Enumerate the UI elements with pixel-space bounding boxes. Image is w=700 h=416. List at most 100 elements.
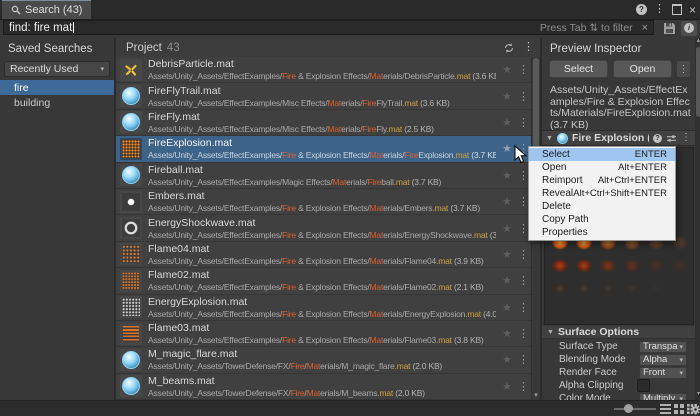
stripes-icon xyxy=(123,325,139,342)
result-row[interactable]: Fireball.mat Assets/Unity_Assets/EffectEx… xyxy=(116,162,531,189)
scrollbar-thumb[interactable] xyxy=(696,47,700,117)
row-menu-icon[interactable]: ⋮ xyxy=(518,327,529,340)
result-row[interactable]: Flame03.mat Assets/Unity_Assets/EffectExa… xyxy=(116,320,531,348)
save-search-icon[interactable] xyxy=(663,22,676,35)
material-header[interactable]: ▼ Fire Explosion (Ma ? ⋮ xyxy=(542,130,695,146)
saved-searches-panel: Saved Searches Recently Used ▾ fire build… xyxy=(0,38,116,400)
foldout-icon[interactable]: ▼ xyxy=(546,135,553,142)
row-menu-icon[interactable]: ⋮ xyxy=(518,63,529,76)
grid-view-icon[interactable] xyxy=(674,404,684,414)
saved-searches-sort-dropdown[interactable]: Recently Used ▾ xyxy=(4,61,110,77)
field-checkbox[interactable] xyxy=(637,379,650,392)
favorite-star-icon[interactable]: ★ xyxy=(502,380,512,393)
result-name: FireFly.mat xyxy=(148,110,200,123)
info-toggle[interactable]: i xyxy=(681,20,697,36)
row-menu-icon[interactable]: ⋮ xyxy=(518,90,529,103)
row-menu-icon[interactable]: ⋮ xyxy=(518,169,529,182)
search-icon xyxy=(11,5,21,15)
inspector-kebab-icon[interactable]: ⋮ xyxy=(677,61,690,77)
favorite-star-icon[interactable]: ★ xyxy=(502,301,512,314)
row-menu-icon[interactable]: ⋮ xyxy=(518,116,529,129)
context-menu-item[interactable]: Open Alt+ENTER xyxy=(529,161,675,174)
material-kebab-icon[interactable]: ⋮ xyxy=(681,133,691,143)
context-menu-item[interactable]: Delete xyxy=(529,200,675,213)
result-row[interactable]: EnergyShockwave.mat Assets/Unity_Assets/E… xyxy=(116,215,531,242)
scroll-down-icon[interactable]: ▾ xyxy=(532,391,540,399)
gear-icon[interactable] xyxy=(690,404,700,415)
field-dropdown[interactable]: Transpa ▾ xyxy=(639,340,687,353)
favorite-star-icon[interactable]: ★ xyxy=(502,142,512,155)
clear-search-icon[interactable]: × xyxy=(642,22,648,34)
favorite-star-icon[interactable]: ★ xyxy=(502,169,512,182)
row-menu-icon[interactable]: ⋮ xyxy=(518,248,529,261)
result-row[interactable]: Flame04.mat Assets/Unity_Assets/EffectExa… xyxy=(116,241,531,269)
favorite-star-icon[interactable]: ★ xyxy=(502,353,512,366)
flame-sprite xyxy=(572,276,596,299)
scroll-down-icon[interactable]: ▾ xyxy=(695,390,700,397)
tab-search[interactable]: Search (43) xyxy=(2,0,92,19)
result-row[interactable]: FireFly.mat Assets/Unity_Assets/EffectExa… xyxy=(116,109,531,137)
result-row[interactable]: Embers.mat Assets/Unity_Assets/EffectExam… xyxy=(116,188,531,216)
field-dropdown[interactable]: Alpha ▾ xyxy=(639,353,687,366)
result-name: Flame04.mat xyxy=(148,242,210,255)
help-icon[interactable]: ? xyxy=(635,4,647,15)
inspector-scrollbar[interactable]: ▲ ▾ xyxy=(695,38,700,400)
field-dropdown[interactable]: Front ▾ xyxy=(639,366,687,379)
saved-search-item[interactable]: building xyxy=(0,95,114,110)
row-menu-icon[interactable]: ⋮ xyxy=(518,353,529,366)
select-button[interactable]: Select xyxy=(549,60,608,78)
result-row[interactable]: Flame02.mat Assets/Unity_Assets/EffectExa… xyxy=(116,268,531,295)
search-input[interactable]: find: fire mat Press Tab ⇅ to filter × xyxy=(3,20,654,35)
list-view-icon[interactable] xyxy=(660,404,671,414)
context-menu-item[interactable]: Copy Path xyxy=(529,213,675,226)
status-bar xyxy=(0,400,700,416)
row-menu-icon[interactable]: ⋮ xyxy=(518,301,529,314)
result-path: Assets/Unity_Assets/EffectExamples/Fire … xyxy=(148,150,497,161)
flame-sprite xyxy=(644,253,668,276)
presets-icon[interactable] xyxy=(666,134,677,143)
context-menu-item[interactable]: Properties xyxy=(529,226,675,239)
surface-options-header[interactable]: ▼ Surface Options xyxy=(542,326,695,339)
results-menu-icon[interactable]: ⋮ xyxy=(523,42,534,53)
result-path: Assets/Unity_Assets/EffectExamples/Fire … xyxy=(148,282,484,293)
context-menu-item[interactable]: Reimport Alt+Ctrl+ENTER xyxy=(529,174,675,187)
favorite-star-icon[interactable]: ★ xyxy=(502,90,512,103)
foldout-icon[interactable]: ▼ xyxy=(547,329,554,336)
window-menu-icon[interactable]: ⋮ xyxy=(654,4,665,15)
material-help-icon[interactable]: ? xyxy=(653,133,662,143)
flame-sprite xyxy=(644,276,668,299)
result-row[interactable]: FireFlyTrail.mat Assets/Unity_Assets/Effe… xyxy=(116,83,531,110)
slider-thumb[interactable] xyxy=(624,404,633,413)
result-row[interactable]: FireExplosion.mat Assets/Unity_Assets/Eff… xyxy=(116,136,531,163)
row-menu-icon[interactable]: ⋮ xyxy=(518,195,529,208)
result-row[interactable]: M_magic_flare.mat Assets/Unity_Assets/Tow… xyxy=(116,347,531,374)
chevron-down-icon: ▾ xyxy=(679,343,683,351)
favorite-star-icon[interactable]: ★ xyxy=(502,274,512,287)
favorite-star-icon[interactable]: ★ xyxy=(502,63,512,76)
open-button[interactable]: Open xyxy=(613,60,672,78)
sync-search-icon[interactable] xyxy=(503,42,515,54)
result-row[interactable]: M_beams.mat Assets/Unity_Assets/TowerDefe… xyxy=(116,373,531,400)
favorite-star-icon[interactable]: ★ xyxy=(502,222,512,235)
asset-thumbnail xyxy=(120,217,142,240)
close-icon[interactable]: × xyxy=(689,4,696,16)
result-text: M_beams.mat Assets/Unity_Assets/TowerDefe… xyxy=(148,375,496,398)
favorite-star-icon[interactable]: ★ xyxy=(502,195,512,208)
maximize-icon[interactable] xyxy=(671,4,682,15)
menu-item-label: Copy Path xyxy=(542,214,589,225)
results-title: Project xyxy=(126,41,162,54)
context-menu-item[interactable]: Select ENTER xyxy=(529,148,675,161)
thumbnail-size-slider[interactable] xyxy=(614,408,656,410)
row-menu-icon[interactable]: ⋮ xyxy=(518,274,529,287)
surface-options-title: Surface Options xyxy=(557,326,640,338)
row-menu-icon[interactable]: ⋮ xyxy=(518,380,529,393)
favorite-star-icon[interactable]: ★ xyxy=(502,327,512,340)
favorite-star-icon[interactable]: ★ xyxy=(502,116,512,129)
result-row[interactable]: EnergyExplosion.mat Assets/Unity_Assets/E… xyxy=(116,294,531,321)
saved-search-item[interactable]: fire xyxy=(0,80,114,95)
row-menu-icon[interactable]: ⋮ xyxy=(518,222,529,235)
result-row[interactable]: DebrisParticle.mat Assets/Unity_Assets/Ef… xyxy=(116,57,531,84)
context-menu-item[interactable]: Reveal Alt+Ctrl+Shift+ENTER xyxy=(529,187,675,200)
favorite-star-icon[interactable]: ★ xyxy=(502,248,512,261)
scroll-up-icon[interactable]: ▲ xyxy=(695,38,700,44)
